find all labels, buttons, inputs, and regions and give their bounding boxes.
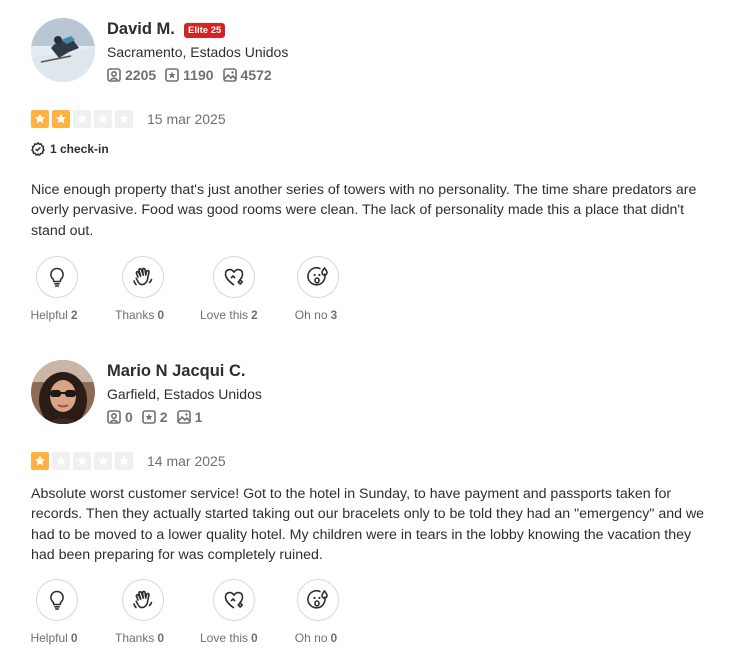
lightbulb-icon xyxy=(50,267,64,287)
star-icon xyxy=(94,110,112,128)
photo-icon xyxy=(176,410,191,424)
reviews-stat: 1190 xyxy=(165,67,214,83)
photos-stat: 4572 xyxy=(222,67,272,83)
photos-stat: 1 xyxy=(176,409,203,425)
avatar[interactable] xyxy=(31,360,95,424)
reviews-count: 2 xyxy=(159,409,168,425)
friends-icon xyxy=(107,410,121,424)
reaction-count: 0 xyxy=(251,631,258,645)
star-rating xyxy=(31,110,136,128)
user-stats: 0 2 1 xyxy=(107,409,211,425)
star-icon xyxy=(31,110,49,128)
lightbulb-icon xyxy=(50,590,64,610)
reaction-name: Thanks xyxy=(115,308,155,322)
star-icon xyxy=(31,452,49,470)
helpful-circle[interactable] xyxy=(36,579,78,621)
reaction-name: Oh no xyxy=(294,631,328,645)
oh-no-label: Oh no 3 xyxy=(295,308,337,322)
helpful-button[interactable]: Helpful 2 xyxy=(30,256,78,322)
photo-icon xyxy=(222,68,237,82)
heart-icon xyxy=(224,268,244,286)
reaction-count: 0 xyxy=(70,631,78,645)
user-name[interactable]: Mario N Jacqui C. xyxy=(107,362,245,381)
helpful-label: Helpful 2 xyxy=(30,308,77,322)
star-icon xyxy=(73,110,91,128)
review-date: 15 mar 2025 xyxy=(147,111,226,127)
thanks-button[interactable]: Thanks 0 xyxy=(115,579,164,645)
reaction-count: 0 xyxy=(157,308,165,322)
waving-hand-icon xyxy=(132,590,152,609)
waving-hand-icon xyxy=(132,267,152,286)
reaction-name: Helpful xyxy=(30,308,68,322)
oh-no-circle[interactable] xyxy=(297,579,339,621)
helpful-circle[interactable] xyxy=(36,256,78,298)
thanks-circle[interactable] xyxy=(121,256,164,298)
helpful-label: Helpful 0 xyxy=(30,631,77,645)
review-date: 14 mar 2025 xyxy=(147,453,226,469)
user-name[interactable]: David M. xyxy=(107,20,175,39)
user-location: Sacramento, Estados Unidos xyxy=(107,44,289,60)
reaction-count: 3 xyxy=(330,308,338,322)
star-icon xyxy=(115,110,133,128)
photos-count: 1 xyxy=(194,409,203,425)
oh-no-circle[interactable] xyxy=(297,256,339,298)
star-icon xyxy=(73,452,91,470)
friends-count: 0 xyxy=(125,409,133,425)
reviews-count: 1190 xyxy=(183,67,214,83)
friends-stat: 0 xyxy=(107,409,133,425)
love-this-circle[interactable] xyxy=(212,579,255,621)
reaction-name: Helpful xyxy=(30,631,68,645)
thanks-button[interactable]: Thanks 0 xyxy=(115,256,164,322)
oh-no-button[interactable]: Oh no 0 xyxy=(295,579,339,645)
review-text: Absolute worst customer service! Got to … xyxy=(31,486,705,563)
friends-icon xyxy=(107,68,121,82)
oh-no-button[interactable]: Oh no 3 xyxy=(295,256,339,322)
review-star-icon xyxy=(165,68,179,82)
reaction-name: Oh no xyxy=(294,308,328,322)
star-icon xyxy=(52,110,70,128)
user-stats: 2205 1190 4572 xyxy=(107,67,281,83)
checkin-label: 1 check-in xyxy=(50,142,109,156)
friends-count: 2205 xyxy=(125,67,157,83)
thanks-label: Thanks 0 xyxy=(115,631,164,645)
thanks-circle[interactable] xyxy=(121,579,164,621)
reaction-count: 0 xyxy=(157,631,165,645)
avatar[interactable] xyxy=(31,18,95,82)
shocked-face-icon xyxy=(307,589,328,609)
reaction-count: 0 xyxy=(330,631,338,645)
elite-badge: Elite 25 xyxy=(184,23,226,38)
love-this-label: Love this 2 xyxy=(200,308,258,322)
user-location: Garfield, Estados Unidos xyxy=(107,386,262,402)
friends-stat: 2205 xyxy=(107,67,156,83)
checkin-badge: 1 check-in xyxy=(31,142,109,156)
reaction-count: 2 xyxy=(70,308,78,322)
review-star-icon xyxy=(141,410,156,424)
star-icon xyxy=(52,452,70,470)
review-text: Nice enough property that's just another… xyxy=(31,182,697,239)
oh-no-label: Oh no 0 xyxy=(295,631,337,645)
love-this-circle[interactable] xyxy=(212,256,255,298)
shocked-face-icon xyxy=(307,266,328,286)
reaction-name: Thanks xyxy=(115,631,155,645)
star-rating xyxy=(31,452,136,470)
reaction-name: Love this xyxy=(200,631,249,645)
helpful-button[interactable]: Helpful 0 xyxy=(30,579,78,645)
love-this-button[interactable]: Love this 0 xyxy=(200,579,258,645)
star-icon xyxy=(94,452,112,470)
love-this-label: Love this 0 xyxy=(200,631,258,645)
star-icon xyxy=(115,452,133,470)
love-this-button[interactable]: Love this 2 xyxy=(200,256,258,322)
reaction-name: Love this xyxy=(200,308,249,322)
reaction-count: 2 xyxy=(251,308,258,322)
checkin-icon xyxy=(31,142,45,156)
reviews-stat: 2 xyxy=(141,409,168,425)
thanks-label: Thanks 0 xyxy=(115,308,164,322)
photos-count: 4572 xyxy=(240,67,272,83)
heart-icon xyxy=(224,591,244,609)
